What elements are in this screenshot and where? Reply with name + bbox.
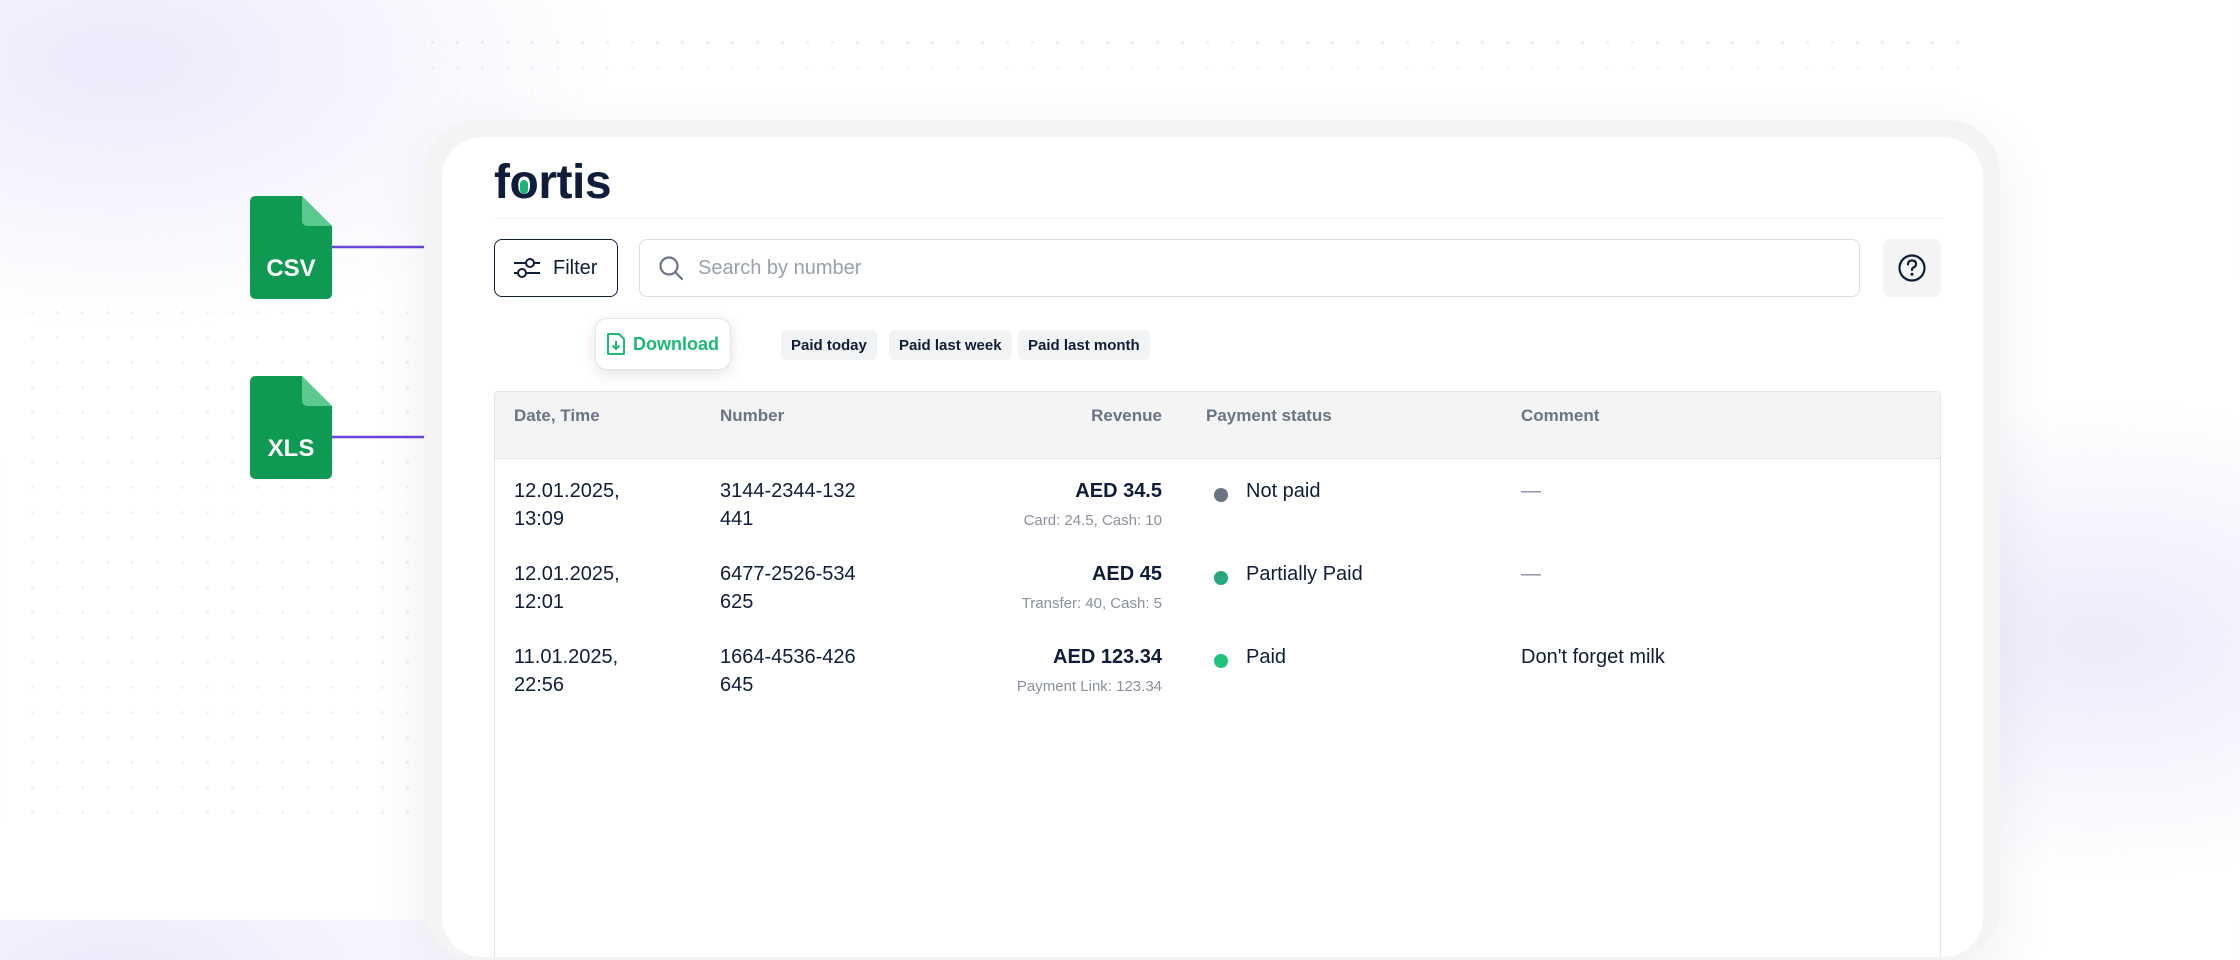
- background-dot-pattern-left: [20, 300, 420, 820]
- status-dot: [1214, 571, 1228, 585]
- download-file-icon: [607, 333, 625, 355]
- cell-number: 6477-2526-534 625: [720, 560, 856, 616]
- search-icon: [659, 256, 684, 281]
- sliders-icon: [514, 258, 540, 278]
- file-shape: [250, 196, 332, 299]
- cell-date: 11.01.2025,: [514, 646, 619, 668]
- cell-time: 12:01: [514, 591, 565, 613]
- chip-paid-last-week[interactable]: Paid last week: [889, 330, 1012, 360]
- help-button[interactable]: [1883, 239, 1941, 297]
- cell-number-line1: 6477-2526-534: [720, 563, 856, 585]
- cell-status: Partially Paid: [1214, 560, 1494, 588]
- revenue-breakdown: Card: 24.5, Cash: 10: [1023, 512, 1162, 529]
- csv-file-icon[interactable]: CSV: [250, 196, 332, 299]
- logo-o: o: [509, 155, 538, 210]
- cell-datetime: 12.01.2025, 13:09: [514, 477, 620, 533]
- cell-number: 3144-2344-132 441: [720, 477, 856, 533]
- revenue-amount: AED 123.34: [1053, 646, 1162, 668]
- revenue-breakdown: Transfer: 40, Cash: 5: [1021, 595, 1162, 612]
- csv-file-label: CSV: [266, 255, 316, 282]
- header-number[interactable]: Number: [720, 406, 784, 426]
- status-dot: [1214, 654, 1228, 668]
- revenue-amount: AED 45: [1091, 563, 1162, 585]
- table-header: Date, Time Number Revenue Payment status…: [495, 392, 1940, 459]
- fortis-logo: fortis: [494, 155, 612, 210]
- xls-file-icon[interactable]: XLS: [250, 376, 332, 479]
- search-input[interactable]: Search by number: [639, 239, 1860, 297]
- cell-revenue: AED 34.5 Card: 24.5, Cash: 10: [902, 477, 1162, 533]
- header-divider: [494, 218, 1943, 219]
- transactions-table: Date, Time Number Revenue Payment status…: [494, 391, 1941, 957]
- status-label: Not paid: [1246, 480, 1321, 502]
- file-shape: [250, 376, 332, 479]
- revenue-amount: AED 34.5: [1075, 480, 1162, 502]
- cell-datetime: 12.01.2025, 12:01: [514, 560, 620, 616]
- header-comment[interactable]: Comment: [1521, 406, 1599, 426]
- cell-number-line1: 1664-4536-426: [720, 646, 856, 668]
- header-revenue[interactable]: Revenue: [1091, 406, 1162, 426]
- chip-paid-last-month[interactable]: Paid last month: [1018, 330, 1150, 360]
- cell-datetime: 11.01.2025, 22:56: [514, 643, 618, 699]
- cell-comment: —: [1521, 480, 1541, 502]
- download-button[interactable]: Download: [595, 318, 731, 370]
- cell-date: 12.01.2025,: [514, 563, 620, 585]
- table-row[interactable]: 12.01.2025, 13:09 3144-2344-132 441 AED …: [495, 477, 1940, 559]
- header-payment-status[interactable]: Payment status: [1206, 406, 1332, 426]
- cell-time: 13:09: [514, 508, 565, 530]
- cell-comment: Don't forget milk: [1521, 646, 1665, 668]
- status-label: Partially Paid: [1246, 563, 1363, 585]
- cell-time: 22:56: [514, 674, 565, 696]
- cell-revenue: AED 123.34 Payment Link: 123.34: [902, 643, 1162, 699]
- help-icon: [1898, 254, 1926, 282]
- cell-number: 1664-4536-426 645: [720, 643, 856, 699]
- app-screen: fortis Filter Search by number Downl: [442, 137, 1983, 957]
- status-label: Paid: [1246, 646, 1287, 668]
- filter-button[interactable]: Filter: [494, 239, 618, 297]
- header-datetime[interactable]: Date, Time: [514, 406, 600, 426]
- status-dot: [1214, 488, 1228, 502]
- filter-label: Filter: [553, 256, 598, 279]
- revenue-breakdown: Payment Link: 123.34: [1016, 678, 1162, 695]
- cell-number-line2: 625: [720, 591, 754, 613]
- cell-status: Paid: [1214, 643, 1494, 671]
- cell-revenue: AED 45 Transfer: 40, Cash: 5: [902, 560, 1162, 616]
- cell-date: 12.01.2025,: [514, 480, 620, 502]
- cell-number-line1: 3144-2344-132: [720, 480, 856, 502]
- table-row[interactable]: 12.01.2025, 12:01 6477-2526-534 625 AED …: [495, 560, 1940, 642]
- background-dot-pattern: [420, 30, 1980, 110]
- cell-status: Not paid: [1214, 477, 1494, 505]
- download-label: Download: [633, 333, 719, 354]
- table-row[interactable]: 11.01.2025, 22:56 1664-4536-426 645 AED …: [495, 643, 1940, 725]
- cell-number-line2: 645: [720, 674, 754, 696]
- chip-paid-today[interactable]: Paid today: [781, 330, 877, 360]
- xls-file-label: XLS: [267, 435, 315, 462]
- cell-number-line2: 441: [720, 508, 754, 530]
- cell-comment: —: [1521, 563, 1541, 585]
- search-placeholder: Search by number: [698, 256, 862, 279]
